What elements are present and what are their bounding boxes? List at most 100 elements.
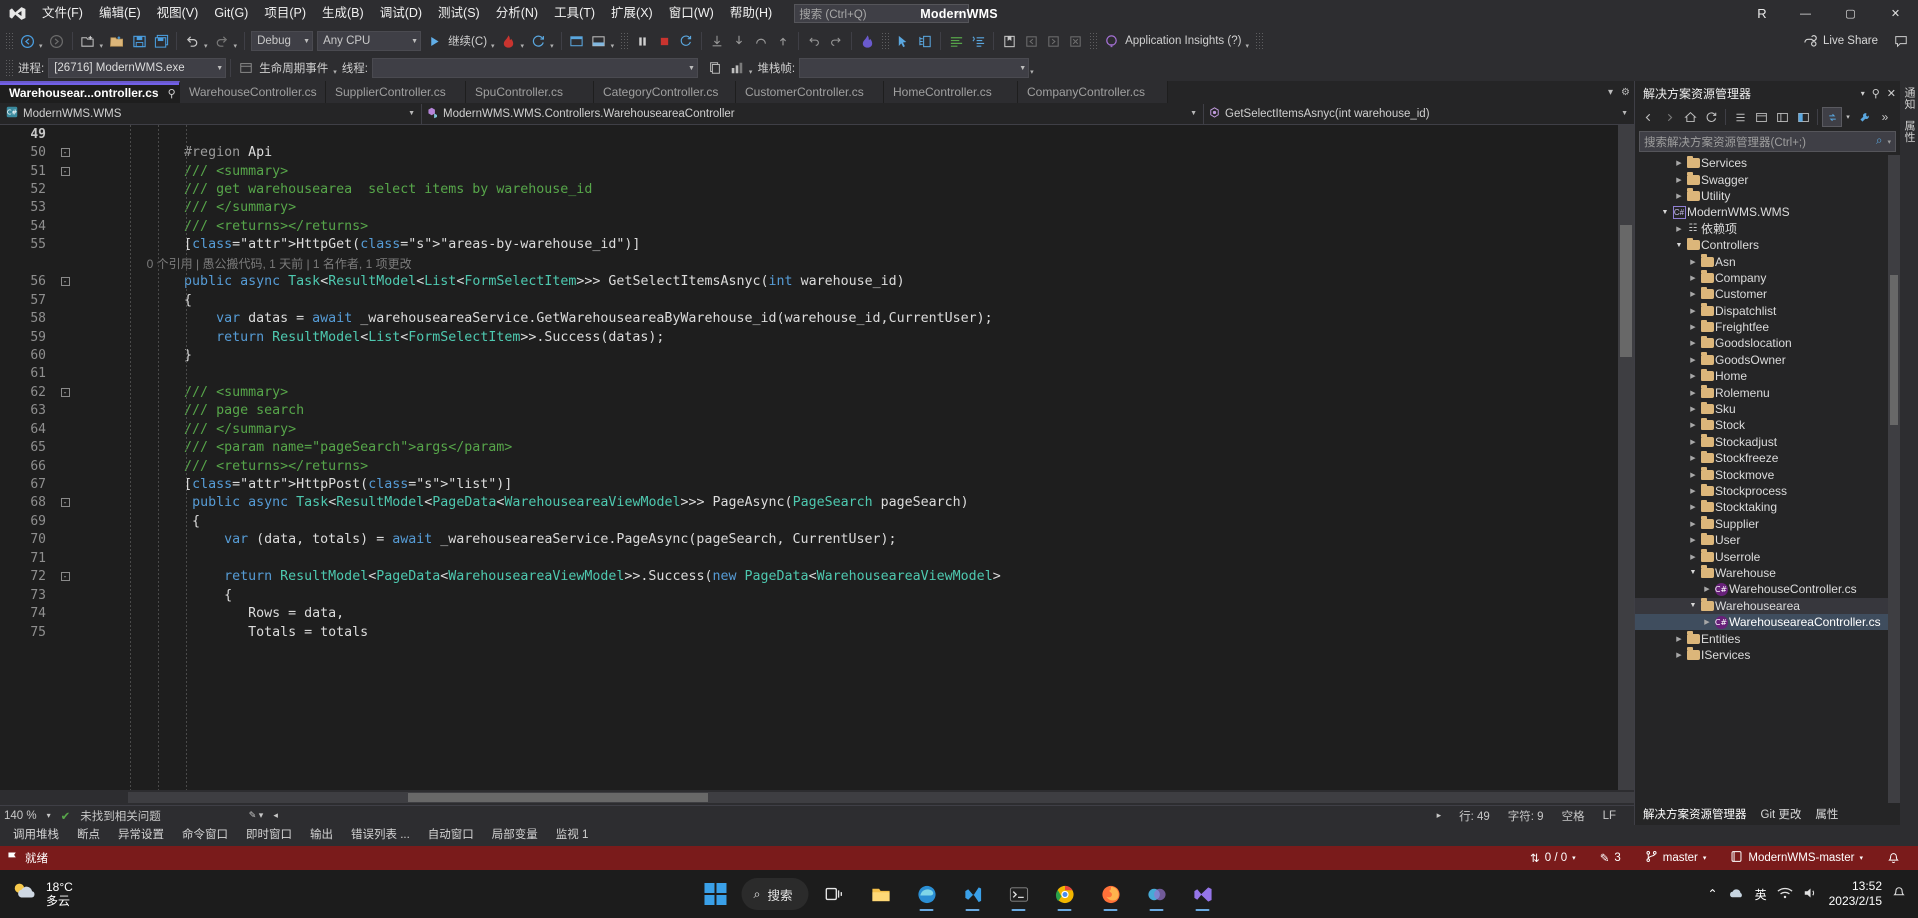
panel-tab-autos[interactable]: 自动窗口 — [419, 825, 483, 846]
code-text[interactable]: Totals = totals — [120, 625, 1618, 640]
tree-item-company[interactable]: ▶ Company — [1635, 270, 1900, 286]
collapse-all-icon[interactable] — [1730, 107, 1750, 127]
zoom-level[interactable]: 140 % — [4, 810, 37, 822]
collapse-arrow-icon[interactable]: ▶ — [1687, 307, 1699, 315]
code-line[interactable]: 61 — [0, 365, 1618, 383]
taskbar-weather-widget[interactable]: 18°C 多云 — [0, 880, 73, 908]
step-out-icon[interactable] — [772, 30, 794, 52]
window-layout-icon[interactable] — [566, 30, 588, 52]
restart-icon[interactable] — [527, 30, 549, 52]
codelens-annotation[interactable]: 0 个引用 | 愚公搬代码, 1 天前 | 1 名作者, 1 项更改 — [120, 255, 1618, 272]
code-text[interactable]: /// <param name="pageSearch">args</param… — [120, 440, 1618, 455]
nav-member-dropdown[interactable]: GetSelectItemsAsnyc(int warehouse_id) ▼ — [1204, 104, 1634, 124]
panel-tab-breakpoints[interactable]: 断点 — [68, 825, 109, 846]
code-line[interactable]: 74 Rows = data, — [0, 604, 1618, 622]
next-bookmark-icon[interactable] — [1042, 30, 1064, 52]
code-line[interactable]: 71 — [0, 549, 1618, 567]
code-text[interactable]: [class="attr">HttpPost(class="s">"list")… — [120, 477, 1618, 492]
collapse-arrow-icon[interactable]: ▶ — [1673, 651, 1685, 659]
code-text[interactable]: { — [120, 588, 1618, 603]
new-project-dropdown[interactable]: ▾ — [99, 42, 107, 50]
solution-explorer-search-input[interactable]: 搜索解决方案资源管理器(Ctrl+;) ⌕ ▾ — [1639, 131, 1896, 152]
stackframe-dropdown[interactable]: ▼ — [799, 58, 1030, 78]
menu-git[interactable]: Git(G) — [206, 0, 256, 27]
hscrollbar-thumb[interactable] — [408, 793, 708, 802]
stackframe-more[interactable]: ▾ — [1029, 68, 1037, 76]
step-over-icon[interactable] — [750, 30, 772, 52]
code-line[interactable]: 56- public async Task<ResultModel<List<F… — [0, 273, 1618, 291]
collapse-arrow-icon[interactable]: ▶ — [1673, 192, 1685, 200]
tree-item-modernwms-wms[interactable]: ▼ C# ModernWMS.WMS — [1635, 204, 1900, 220]
tree-item-utility[interactable]: ▶ Utility — [1635, 188, 1900, 204]
menu-tools[interactable]: 工具(T) — [546, 0, 603, 27]
collapse-arrow-icon[interactable]: ▶ — [1673, 159, 1685, 167]
tab-warehousearea-controller[interactable]: Warehousear...ontroller.cs ⚲ ✕ — [0, 81, 193, 103]
code-text[interactable]: /// <summary> — [120, 385, 1618, 400]
code-line[interactable]: 60 } — [0, 346, 1618, 364]
nav-project-dropdown[interactable]: C# ModernWMS.WMS ▼ — [2, 103, 422, 124]
collapse-arrow-icon[interactable]: ▶ — [1687, 323, 1699, 331]
code-line[interactable]: 52 /// get warehousearea select items by… — [0, 180, 1618, 198]
tab-customer-controller[interactable]: CustomerController.cs — [736, 81, 884, 103]
undo-dropdown[interactable]: ▾ — [203, 42, 211, 50]
solution-tree[interactable]: ▶ Services ▶ Swagger ▶ Utility ▼ C# ModernWMS.WM… — [1635, 155, 1900, 803]
tree-item-user[interactable]: ▶ User — [1635, 532, 1900, 548]
tree-item-asn[interactable]: ▶ Asn — [1635, 253, 1900, 269]
code-text[interactable]: [class="attr">HttpGet(class="s">"areas-b… — [120, 237, 1618, 252]
code-text[interactable]: return ResultModel<PageData<Warehouseare… — [120, 569, 1618, 584]
menu-analyze[interactable]: 分析(N) — [488, 0, 546, 27]
code-line[interactable]: 54 /// <returns></returns> — [0, 217, 1618, 235]
code-line[interactable]: 70 var (data, totals) = await _warehouse… — [0, 531, 1618, 549]
preview-selected-icon[interactable] — [1793, 107, 1813, 127]
code-text[interactable]: /// <returns></returns> — [120, 459, 1618, 474]
footer-tab-properties[interactable]: 属性 — [1815, 806, 1838, 822]
continue-label[interactable]: 继续(C) — [445, 33, 490, 49]
code-text[interactable]: /// get warehousearea select items by wa… — [120, 182, 1618, 197]
code-scroll-region[interactable]: 49 50- #region Api 51- /// <summary> 52 ///… — [0, 125, 1618, 790]
pending-changes-status[interactable]: ✎ 3 — [1588, 846, 1633, 870]
circles-icon[interactable] — [1137, 874, 1177, 914]
stack-frame-icon-1[interactable] — [704, 57, 726, 79]
tree-item-services[interactable]: ▶ Services — [1635, 155, 1900, 171]
live-share-button[interactable]: Live Share — [1803, 34, 1878, 49]
stack-frame-dropdown[interactable]: ▾ — [748, 68, 756, 76]
notifications-bell[interactable] — [1875, 846, 1912, 870]
code-text[interactable]: public async Task<ResultModel<List<FormS… — [120, 274, 1618, 289]
collapse-arrow-icon[interactable]: ▶ — [1673, 176, 1685, 184]
code-line[interactable]: 64 /// </summary> — [0, 420, 1618, 438]
vscode-icon[interactable] — [953, 874, 993, 914]
hot-reload-dropdown[interactable]: ▾ — [520, 42, 528, 50]
menu-help[interactable]: 帮助(H) — [722, 0, 780, 27]
code-text[interactable]: /// <returns></returns> — [120, 219, 1618, 234]
task-view-button[interactable] — [815, 874, 855, 914]
code-line[interactable]: 58 var datas = await _warehouseareaServi… — [0, 309, 1618, 327]
bookmark-icon[interactable] — [998, 30, 1020, 52]
tree-item-customer[interactable]: ▶ Customer — [1635, 286, 1900, 302]
redo-icon[interactable] — [211, 30, 233, 52]
code-text[interactable]: #region Api — [120, 145, 1618, 160]
editor-horizontal-scrollbar[interactable] — [128, 792, 1634, 803]
tree-item-controllers[interactable]: ▼ Controllers — [1635, 237, 1900, 253]
code-line[interactable]: 55 [class="attr">HttpGet(class="s">"area… — [0, 236, 1618, 254]
continue-dropdown[interactable]: ▾ — [490, 42, 498, 50]
back-icon[interactable] — [1638, 107, 1658, 127]
thread-dropdown[interactable]: ▼ — [371, 58, 698, 78]
outline-icon[interactable] — [967, 30, 989, 52]
code-text[interactable]: public async Task<ResultModel<PageData<W… — [120, 495, 1618, 510]
navigate-backward-dropdown[interactable]: ▾ — [38, 42, 46, 50]
tab-list-dropdown-icon[interactable]: ▾ — [1608, 87, 1613, 98]
network-icon[interactable] — [1777, 886, 1793, 903]
collapse-arrow-icon[interactable]: ▶ — [1687, 536, 1699, 544]
code-text[interactable]: /// <summary> — [120, 164, 1618, 179]
forward-icon[interactable] — [1659, 107, 1679, 127]
code-line[interactable]: 65 /// <param name="pageSearch">args</pa… — [0, 438, 1618, 456]
tree-item-sku[interactable]: ▶ Sku — [1635, 401, 1900, 417]
properties-icon[interactable] — [1772, 107, 1792, 127]
collapse-arrow-icon[interactable]: ▶ — [1687, 471, 1699, 479]
application-insights-label[interactable]: Application Insights (?) — [1122, 35, 1244, 47]
issues-nav-icon[interactable]: ✎ ▾ — [249, 810, 264, 821]
menu-build[interactable]: 生成(B) — [314, 0, 372, 27]
panel-options-icon[interactable]: ▾ — [1861, 89, 1865, 98]
solution-platform-dropdown[interactable]: Any CPU ▼ — [317, 31, 422, 51]
panel-tab-exception-settings[interactable]: 异常设置 — [109, 825, 173, 846]
